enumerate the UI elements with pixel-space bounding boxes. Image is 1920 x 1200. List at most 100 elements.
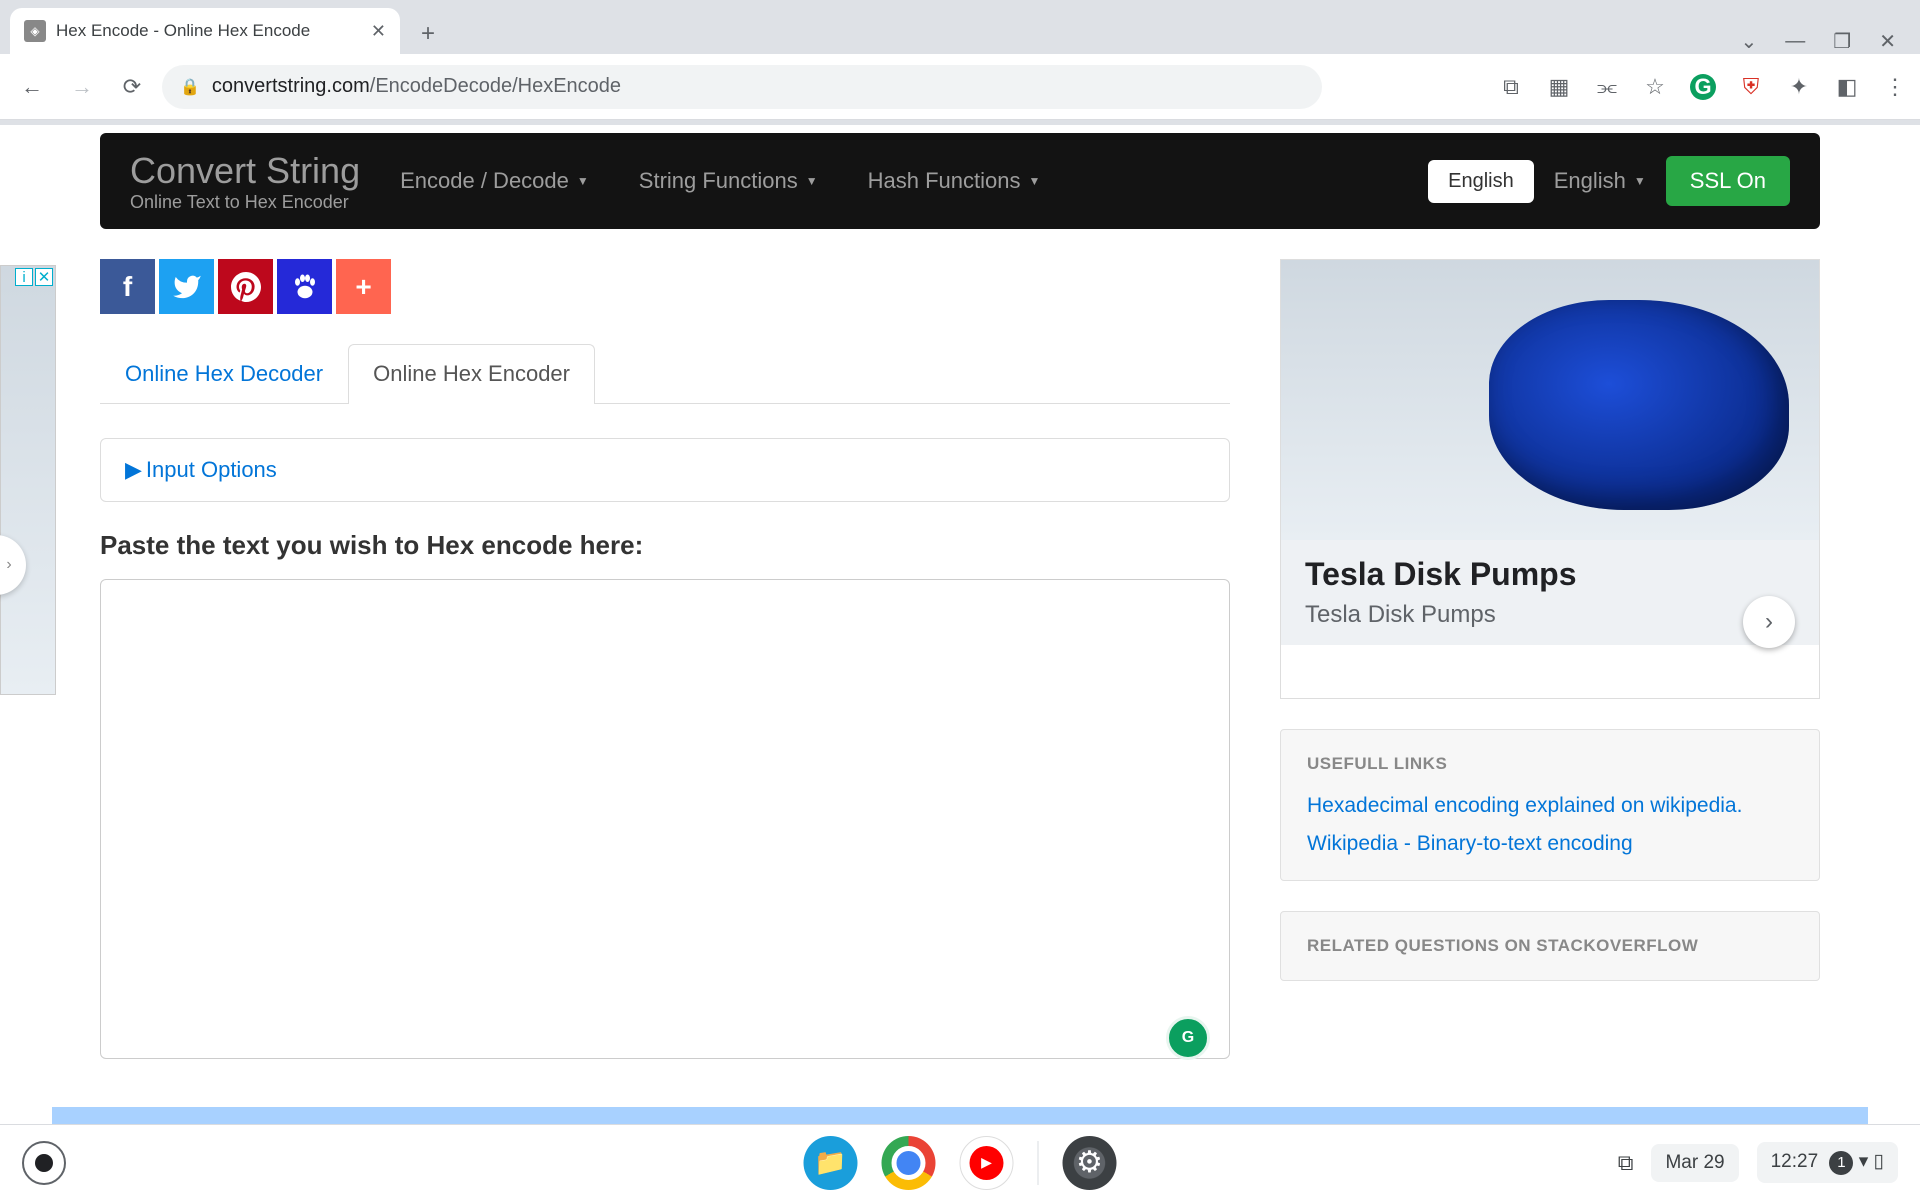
useful-links-panel: USEFULL LINKS Hexadecimal encoding expla… (1280, 729, 1820, 881)
left-ad-sliver[interactable]: i✕ (0, 265, 56, 695)
ad-image (1281, 260, 1819, 540)
nav-items: Encode / Decode▼ String Functions ▼ Hash … (400, 168, 1040, 194)
adchoices-badge[interactable]: i✕ (15, 268, 53, 286)
disclosure-triangle-icon: ▶ (125, 457, 142, 482)
brave-shield-icon[interactable]: ⛨ (1738, 74, 1764, 100)
brand[interactable]: Convert String Online Text to Hex Encode… (130, 150, 360, 213)
input-options-panel[interactable]: ▶Input Options (100, 438, 1230, 502)
encoder-tabs: Online Hex Decoder Online Hex Encoder (100, 344, 1230, 404)
lang-label: English (1554, 168, 1626, 194)
sidebar-column: i✕ Tesla Disk Pumps Tesla Disk Pumps › U… (1280, 259, 1820, 1064)
addthis-button[interactable]: + (336, 259, 391, 314)
window-controls: ⌄ — ❐ ✕ (1741, 29, 1920, 54)
page-content: i✕ › Convert String Online Text to Hex E… (0, 125, 1920, 1143)
bookmark-icon[interactable]: ☆ (1642, 74, 1668, 100)
nav-label: String Functions (639, 168, 798, 194)
wifi-icon: ▾ (1859, 1151, 1874, 1172)
pinterest-share-button[interactable] (218, 259, 273, 314)
brand-subtitle: Online Text to Hex Encoder (130, 192, 360, 213)
grammarly-badge-icon[interactable]: G (1166, 1016, 1210, 1060)
settings-app-icon[interactable]: ⚙ (1063, 1136, 1117, 1190)
grammarly-icon[interactable]: G (1690, 74, 1716, 100)
notification-badge: 1 (1829, 1151, 1853, 1175)
tab-hex-decoder[interactable]: Online Hex Decoder (100, 344, 348, 403)
cast-icon[interactable]: ⧉ (1498, 74, 1524, 100)
ad-title: Tesla Disk Pumps (1305, 556, 1795, 593)
nav-encode-decode[interactable]: Encode / Decode▼ (400, 168, 589, 194)
favicon-icon: ◈ (24, 20, 46, 42)
tab-hex-encoder[interactable]: Online Hex Encoder (348, 344, 595, 404)
plus-icon: + (355, 271, 371, 303)
sidepanel-icon[interactable]: ◧ (1834, 74, 1860, 100)
stackoverflow-heading: RELATED QUESTIONS ON STACKOVERFLOW (1307, 936, 1793, 956)
taskbar-apps: 📁 ▶ ⚙ (804, 1136, 1117, 1190)
main-column: f + Online Hex Decoder Online Hex Encode… (100, 259, 1230, 1064)
brand-title: Convert String (130, 150, 360, 192)
input-options-label: Input Options (146, 457, 277, 482)
useful-links-heading: USEFULL LINKS (1307, 754, 1793, 774)
minimize-icon[interactable]: — (1785, 30, 1805, 53)
youtube-music-icon[interactable]: ▶ (960, 1136, 1014, 1190)
maximize-icon[interactable]: ❐ (1833, 29, 1851, 54)
chevron-down-icon[interactable]: ⌄ (1741, 29, 1758, 54)
ssl-button[interactable]: SSL On (1666, 156, 1790, 206)
language-dropdown[interactable]: English ▼ (1554, 168, 1646, 194)
screenshot-icon[interactable]: ⧉ (1618, 1150, 1634, 1176)
battery-icon: ▯ (1874, 1151, 1884, 1172)
baidu-share-button[interactable] (277, 259, 332, 314)
facebook-share-button[interactable]: f (100, 259, 155, 314)
launcher-button[interactable] (22, 1141, 66, 1185)
browser-chrome: ◈ Hex Encode - Online Hex Encode ✕ + ⌄ —… (0, 0, 1920, 125)
time-label: 12:27 (1771, 1151, 1819, 1172)
link-wikipedia-hex[interactable]: Hexadecimal encoding explained on wikipe… (1307, 794, 1793, 818)
pump-illustration (1489, 300, 1789, 510)
files-app-icon[interactable]: 📁 (804, 1136, 858, 1190)
stackoverflow-panel: RELATED QUESTIONS ON STACKOVERFLOW (1280, 911, 1820, 981)
caret-icon: ▼ (1634, 174, 1646, 188)
launcher-dot-icon (35, 1154, 53, 1172)
status-pill[interactable]: 12:27 1 ▾ ▯ (1757, 1142, 1898, 1183)
extensions-icon[interactable]: ✦ (1786, 74, 1812, 100)
share-icon[interactable]: ⫘ (1594, 74, 1620, 100)
link-wikipedia-binary[interactable]: Wikipedia - Binary-to-text encoding (1307, 832, 1793, 856)
site-navbar: Convert String Online Text to Hex Encode… (100, 133, 1820, 229)
twitter-share-button[interactable] (159, 259, 214, 314)
language-button[interactable]: English (1428, 160, 1534, 203)
date-pill[interactable]: Mar 29 (1651, 1144, 1738, 1182)
toolbar-icons: ⧉ ▦ ⫘ ☆ G ⛨ ✦ ◧ ⋮ (1498, 74, 1908, 100)
separator (1038, 1141, 1039, 1185)
chrome-app-icon[interactable] (882, 1136, 936, 1190)
sidebar-ad[interactable]: i✕ Tesla Disk Pumps Tesla Disk Pumps › (1280, 259, 1820, 699)
caret-icon: ▼ (577, 174, 589, 188)
ad-next-arrow[interactable]: › (1743, 596, 1795, 648)
new-tab-button[interactable]: + (408, 14, 448, 54)
pinterest-icon (231, 272, 261, 302)
nav-label: Hash Functions (868, 168, 1021, 194)
menu-icon[interactable]: ⋮ (1882, 74, 1908, 100)
close-tab-icon[interactable]: ✕ (371, 21, 386, 42)
back-button[interactable]: ← (12, 67, 52, 107)
caret-icon: ▼ (806, 174, 818, 188)
nav-string-functions[interactable]: String Functions ▼ (639, 168, 818, 194)
system-tray[interactable]: ⧉ Mar 29 12:27 1 ▾ ▯ (1618, 1142, 1898, 1183)
browser-toolbar: ← → ⟳ 🔒 convertstring.com/EncodeDecode/H… (0, 54, 1920, 120)
lock-icon: 🔒 (180, 77, 200, 97)
nav-hash-functions[interactable]: Hash Functions ▼ (868, 168, 1041, 194)
reload-button[interactable]: ⟳ (112, 67, 152, 107)
ad-subtitle: Tesla Disk Pumps (1305, 601, 1795, 629)
prompt-heading: Paste the text you wish to Hex encode he… (100, 530, 1230, 561)
baidu-paw-icon (290, 272, 320, 302)
url-path: /EncodeDecode/HexEncode (370, 75, 621, 97)
nav-right: English English ▼ SSL On (1428, 156, 1790, 206)
forward-button[interactable]: → (62, 67, 102, 107)
hex-input-textarea[interactable] (100, 579, 1230, 1059)
browser-tab[interactable]: ◈ Hex Encode - Online Hex Encode ✕ (10, 8, 400, 54)
qr-icon[interactable]: ▦ (1546, 74, 1572, 100)
close-window-icon[interactable]: ✕ (1879, 29, 1896, 54)
social-share: f + (100, 259, 1230, 314)
url-domain: convertstring.com (212, 75, 370, 97)
twitter-icon (172, 272, 202, 302)
address-bar[interactable]: 🔒 convertstring.com/EncodeDecode/HexEnco… (162, 65, 1322, 109)
caret-icon: ▼ (1029, 174, 1041, 188)
tab-bar: ◈ Hex Encode - Online Hex Encode ✕ + ⌄ —… (0, 0, 1920, 54)
